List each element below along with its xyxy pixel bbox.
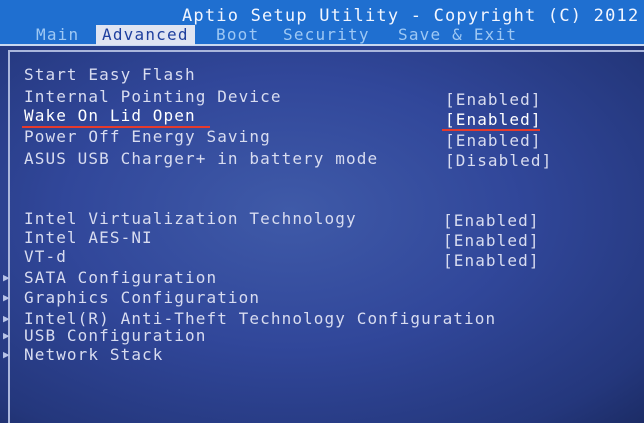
item-label: Graphics Configuration — [24, 288, 261, 307]
submenu-arrow-icon: ▶ — [3, 329, 10, 342]
value-vt-d[interactable]: [Enabled] — [443, 252, 540, 270]
item-label: Intel AES-NI — [24, 228, 153, 247]
item-label: VT-d — [24, 247, 67, 266]
tab-save-exit[interactable]: Save & Exit — [398, 25, 517, 45]
submenu-arrow-icon: ▶ — [3, 348, 10, 361]
tab-boot[interactable]: Boot — [216, 25, 259, 45]
item-power-off-energy-saving[interactable]: Power Off Energy Saving — [24, 128, 271, 146]
value-intel-aes-ni[interactable]: [Enabled] — [443, 232, 540, 250]
item-network-stack[interactable]: Network Stack — [24, 346, 164, 364]
item-intel-virtualization[interactable]: Intel Virtualization Technology — [24, 210, 357, 228]
item-label: Wake On Lid Open — [24, 106, 196, 125]
item-label: Internal Pointing Device — [24, 87, 282, 106]
item-label: Start Easy Flash — [24, 65, 196, 84]
item-wake-on-lid-open[interactable]: Wake On Lid Open — [24, 107, 196, 125]
tab-main[interactable]: Main — [36, 25, 79, 45]
item-label: Power Off Energy Saving — [24, 127, 271, 146]
item-sata-configuration[interactable]: SATA Configuration — [24, 269, 217, 287]
value-intel-virtualization[interactable]: [Enabled] — [443, 212, 540, 230]
title-bar: Aptio Setup Utility - Copyright (C) 2012… — [0, 0, 644, 46]
bios-screen: Aptio Setup Utility - Copyright (C) 2012… — [0, 0, 644, 423]
item-label: ASUS USB Charger+ in battery mode — [24, 149, 379, 168]
item-label: USB Configuration — [24, 326, 207, 345]
value-power-off-energy-saving[interactable]: [Enabled] — [445, 132, 542, 150]
tab-security[interactable]: Security — [283, 25, 370, 45]
item-intel-aes-ni[interactable]: Intel AES-NI — [24, 229, 153, 247]
item-label: Intel Virtualization Technology — [24, 209, 357, 228]
item-start-easy-flash[interactable]: Start Easy Flash — [24, 66, 196, 84]
item-asus-usb-charger[interactable]: ASUS USB Charger+ in battery mode — [24, 150, 378, 168]
submenu-arrow-icon: ▶ — [3, 312, 10, 325]
value-asus-usb-charger[interactable]: [Disabled] — [445, 152, 552, 170]
tab-advanced[interactable]: Advanced — [96, 25, 195, 45]
utility-title: Aptio Setup Utility - Copyright (C) 2012… — [182, 6, 644, 26]
item-label: SATA Configuration — [24, 268, 218, 287]
submenu-arrow-icon: ▶ — [3, 291, 10, 304]
value-internal-pointing-device[interactable]: [Enabled] — [445, 91, 542, 109]
submenu-arrow-icon: ▶ — [3, 271, 10, 284]
item-vt-d[interactable]: VT-d — [24, 248, 67, 266]
item-label: Network Stack — [24, 345, 164, 364]
item-graphics-configuration[interactable]: Graphics Configuration — [24, 289, 260, 307]
tab-bar: Main Advanced Boot Security Save & Exit — [0, 24, 644, 46]
item-internal-pointing-device[interactable]: Internal Pointing Device — [24, 88, 282, 106]
item-usb-configuration[interactable]: USB Configuration — [24, 327, 206, 345]
value-wake-on-lid-open[interactable]: [Enabled] — [445, 111, 542, 129]
